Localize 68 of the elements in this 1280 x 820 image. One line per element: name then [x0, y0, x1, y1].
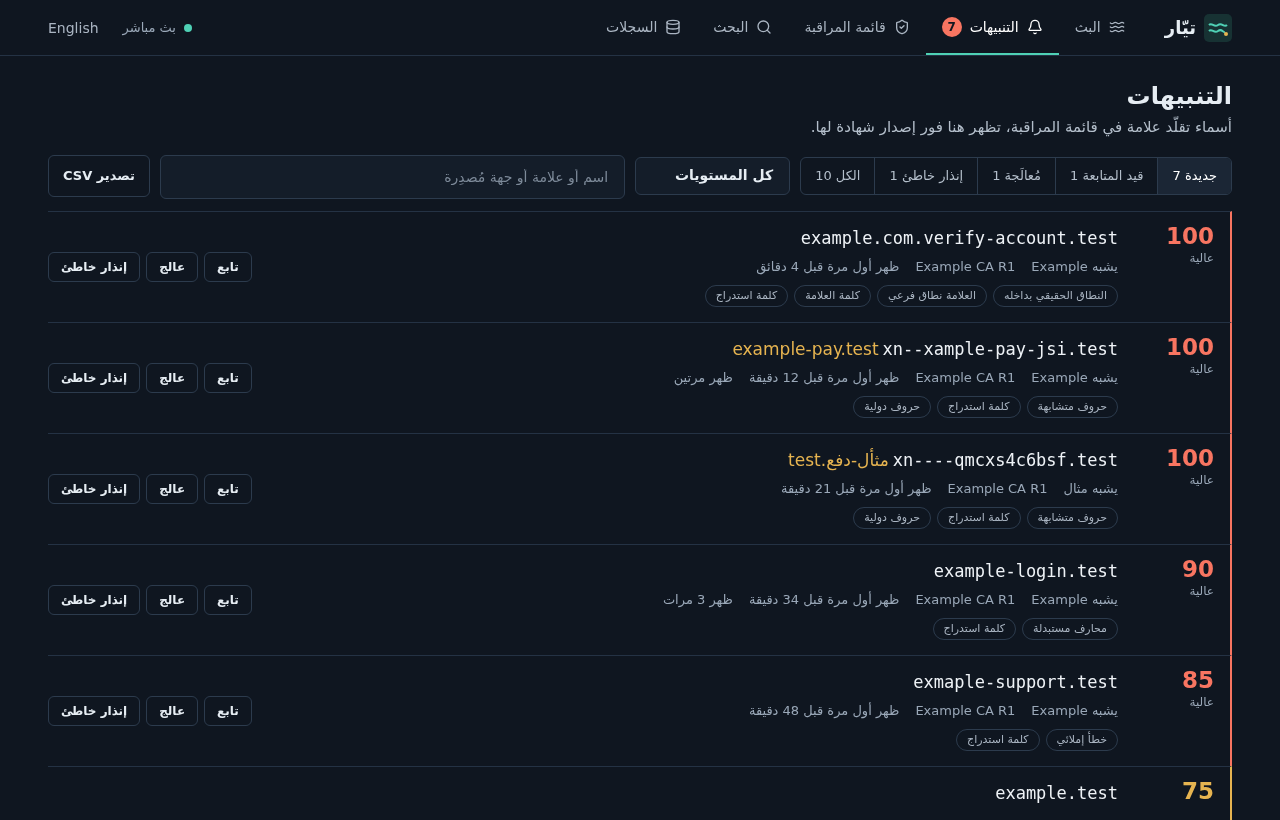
count-badge: 7	[941, 16, 962, 37]
meta-text: يشبه Example	[1031, 258, 1118, 276]
unicode-domain: مثأل-دفع.test	[788, 447, 889, 473]
level-select[interactable]: كل المستويات	[635, 156, 791, 195]
action-button[interactable]: تابع	[204, 695, 252, 726]
meta-text: يشبه Example	[1031, 591, 1118, 609]
brand-name: تيّار	[1164, 15, 1196, 40]
score: 100	[1166, 332, 1214, 361]
score: 75	[1182, 776, 1214, 805]
action-button[interactable]: إنذار خاطئ	[48, 251, 141, 282]
severity-label: عالية	[1189, 582, 1214, 599]
shield-icon	[893, 18, 910, 35]
score: 90	[1182, 554, 1214, 583]
action-button[interactable]: عالج	[146, 473, 199, 504]
nav-tab[interactable]: البحث	[697, 0, 789, 55]
score: 100	[1166, 221, 1214, 250]
score: 100	[1166, 443, 1214, 472]
action-button[interactable]: إنذار خاطئ	[48, 473, 141, 504]
meta-text: ظهر 3 مرات	[662, 591, 733, 610]
nav-tab[interactable]: قائمة المراقبة	[788, 0, 926, 55]
page-title: التنبيهات	[1125, 81, 1232, 112]
action-button[interactable]: عالج	[146, 695, 199, 726]
nav-tab[interactable]: السجلات	[590, 0, 698, 55]
meta-text: يشبه Example	[1031, 702, 1118, 720]
action-button[interactable]: إنذار خاطئ	[48, 584, 141, 615]
meta-text: ظهر أول مرة قبل 34 دقيقة	[748, 590, 900, 610]
search-icon	[756, 18, 773, 35]
meta-text: Example CA R1	[915, 258, 1016, 276]
meta-text: Example CA R1	[915, 591, 1016, 609]
meta-text: يشبه مثال	[1063, 480, 1118, 498]
domain-name: xn----qmcxs4c6bsf.test	[892, 448, 1118, 472]
meta-text: يشبه Example	[1031, 369, 1118, 387]
meta-text: ظهر أول مرة قبل 21 دقيقة	[781, 479, 932, 499]
meta-text: ظهر أول مرة قبل 12 دقيقة	[748, 368, 900, 388]
meta-text: ظهر أول مرة قبل 4 دقائق	[756, 257, 900, 277]
action-button[interactable]: عالج	[146, 362, 199, 393]
severity-label: عالية	[1189, 249, 1214, 266]
domain-name: xn--xample-pay-jsi.test	[882, 337, 1118, 361]
action-button[interactable]: إنذار خاطئ	[48, 362, 141, 393]
action-button[interactable]: عالج	[146, 584, 199, 615]
language-link[interactable]: English	[48, 17, 99, 38]
database-icon	[665, 18, 682, 35]
meta-text: Example CA R1	[947, 480, 1048, 498]
meta-text: ظهر أول مرة قبل 48 دقيقة	[748, 701, 900, 721]
meta-text: Example CA R1	[915, 369, 1016, 387]
meta-text: Example CA R1	[915, 702, 1016, 720]
live-label: بث مباشر	[122, 18, 176, 38]
bell-icon	[1026, 18, 1043, 35]
severity-label: عالية	[1189, 693, 1214, 710]
export-button[interactable]: تصدير CSV	[48, 154, 150, 197]
severity-label: عالية	[1189, 471, 1214, 488]
domain-name: example-login.test	[933, 559, 1118, 583]
domain-name: example.test	[995, 781, 1118, 805]
score: 85	[1182, 665, 1214, 694]
severity-label: عالية	[1189, 360, 1214, 377]
action-button[interactable]: تابع	[204, 362, 252, 393]
domain-name: example.com.verify-account.test	[800, 226, 1118, 250]
action-button[interactable]: تابع	[204, 473, 252, 504]
meta-text: ظهر مرتين	[673, 369, 733, 388]
page-subtitle: أسماء تقلّد علامة في قائمة المراقبة، تظهر هنا فور إصدار شهادة لها.	[809, 116, 1232, 139]
action-button[interactable]: إنذار خاطئ	[48, 695, 141, 726]
action-button[interactable]: عالج	[146, 251, 199, 282]
action-button[interactable]: تابع	[204, 584, 252, 615]
action-button[interactable]: تابع	[204, 251, 252, 282]
domain-name: exmaple-support.test	[913, 670, 1118, 694]
wave-logo-icon	[1204, 13, 1232, 42]
nav-tab[interactable]: البث	[1058, 0, 1141, 55]
unicode-domain: example-pay.test	[732, 337, 879, 361]
